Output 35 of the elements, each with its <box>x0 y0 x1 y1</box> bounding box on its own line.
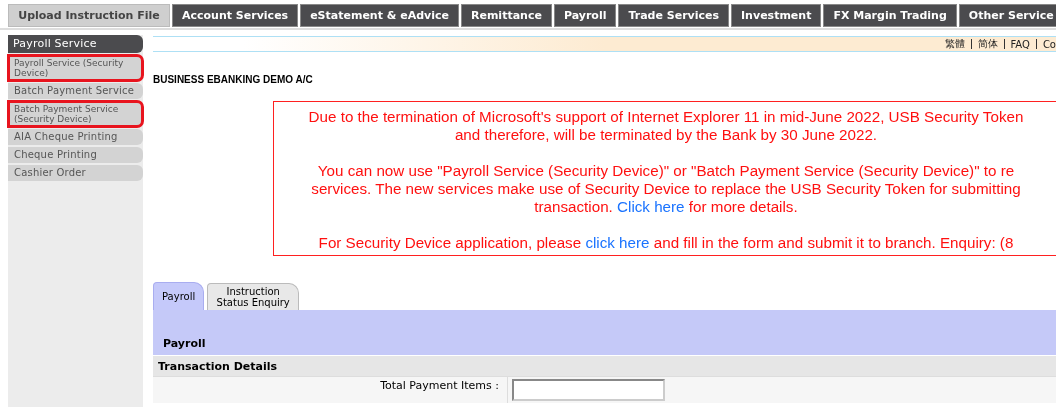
notice-text: For Security Device application, please click here and fill in the form and submit it to branch. Enquiry: (8 <box>317 234 1015 252</box>
nav-tab[interactable]: Trade Services <box>618 4 730 27</box>
header-link[interactable]: 简体 <box>977 37 998 51</box>
notice-text: You can now use "Payroll Service (Security Device)" or "Batch Payment Service (Security Device)" to re <box>316 162 1016 180</box>
header-link[interactable]: FAQ <box>1010 38 1030 50</box>
input-field[interactable] <box>512 379 665 401</box>
section-title: Transaction Details <box>158 360 278 373</box>
nav-tab[interactable]: eStatement & eAdvice <box>300 4 459 27</box>
header-link[interactable]: 繁體 <box>944 37 965 51</box>
sub-tab[interactable]: Instruction Status Enquiry <box>207 283 300 310</box>
sidebar-item[interactable]: Batch Payment Service <box>8 83 143 99</box>
sidebar-item[interactable]: Payroll Service <box>8 35 143 53</box>
notice-text: Due to the termination of Microsoft's support of Internet Explorer 11 in mid-June 2022, USB Security Token <box>307 108 1025 126</box>
header-link[interactable]: Co <box>1042 38 1056 50</box>
sidebar-item[interactable]: Batch Payment Service (Security Device) <box>8 101 143 127</box>
field-label: Total Payment Items : <box>153 377 508 403</box>
sidebar-item[interactable]: AIA Cheque Printing <box>8 129 143 145</box>
notice-text: services. The new services make use of Security Device to replace the USB Security Token for submitting <box>310 180 1022 198</box>
sidebar-item[interactable]: Cashier Order <box>8 165 143 181</box>
click-here-link[interactable]: Click here <box>617 198 685 215</box>
nav-tab[interactable]: Remittance <box>460 4 552 27</box>
nav-tab[interactable]: Upload Instruction File <box>8 4 170 27</box>
sidebar-item[interactable]: Cheque Printing <box>8 147 143 163</box>
nav-tab[interactable]: FX Margin Trading <box>823 4 957 27</box>
account-name: BUSINESS EBANKING DEMO A/C <box>153 74 314 85</box>
sidebar-item[interactable]: Payroll Service (Security Device) <box>8 55 143 81</box>
notice-text: transaction. Click here for more details. <box>533 198 799 216</box>
notice-text: and therefore, will be terminated by the Bank by 30 June 2022. <box>453 126 879 144</box>
nav-tab[interactable]: Other Service <box>958 4 1056 27</box>
nav-tab[interactable]: Investment <box>731 4 822 27</box>
click-here-link[interactable]: click here <box>585 234 650 251</box>
sub-tab[interactable]: Payroll <box>153 282 205 310</box>
nav-tab[interactable]: Account Services <box>172 4 299 27</box>
panel-title: Payroll <box>163 337 206 350</box>
nav-tab[interactable]: Payroll <box>553 4 617 27</box>
